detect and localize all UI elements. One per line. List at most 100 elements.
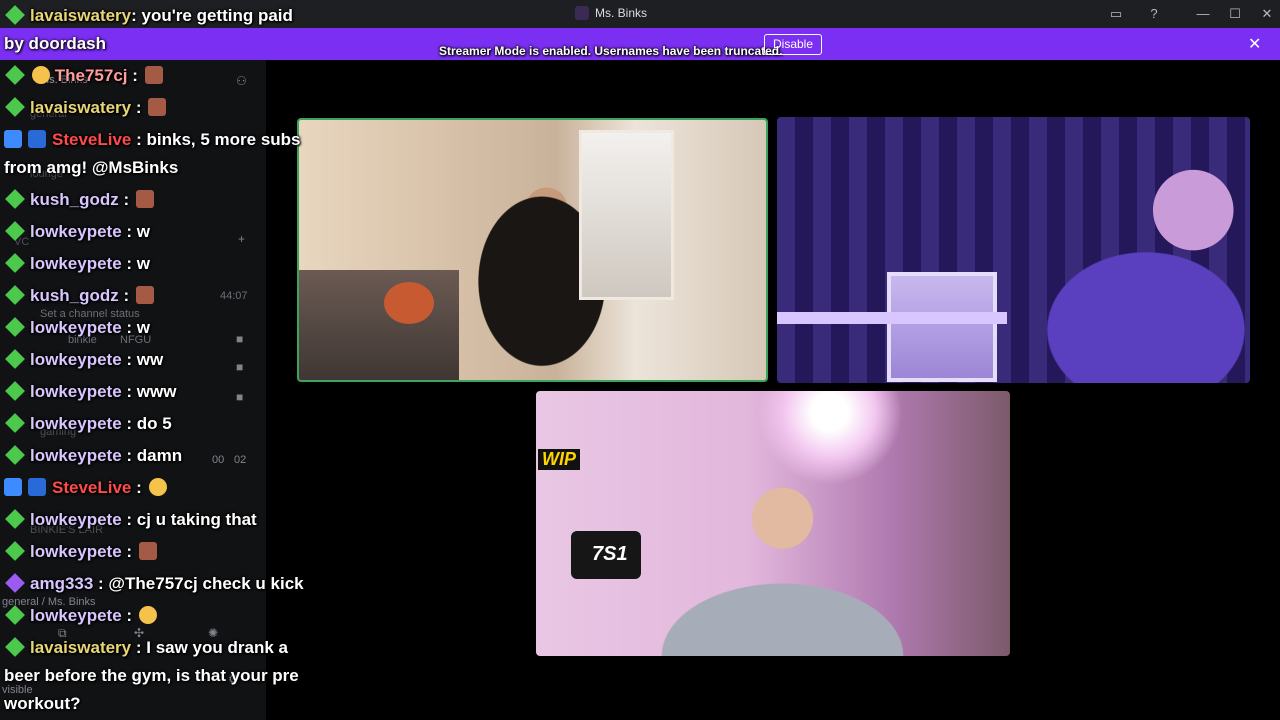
chat-username: lavaiswatery — [30, 6, 132, 25]
video-tile-guest-2[interactable]: WIP 7S1 — [536, 391, 1010, 656]
close-window-icon[interactable]: ✕ — [1256, 4, 1278, 24]
chat-text: : @The757cj check u kick — [93, 574, 304, 593]
chat-username: lavaiswatery — [30, 98, 132, 117]
badge-gem-icon — [5, 317, 25, 337]
chat-message: lavaiswatery : I saw you drank a — [4, 634, 288, 662]
badge-gem-icon — [5, 221, 25, 241]
chat-text: : w — [121, 254, 150, 273]
help-icon[interactable]: ? — [1143, 4, 1165, 24]
emote-icon — [144, 66, 163, 84]
chat-message: kush_godz : — [4, 186, 154, 214]
video-tile-streamer[interactable] — [297, 118, 768, 382]
badge-gem-icon — [5, 509, 25, 529]
badge-gem-icon — [5, 97, 25, 117]
chat-message: lowkeypete : w — [4, 250, 150, 278]
notice-message: Streamer Mode is enabled. Usernames have… — [439, 44, 783, 58]
chat-username: kush_godz — [30, 190, 119, 209]
badge-gem-icon — [5, 285, 25, 305]
badge-gem-icon — [5, 5, 25, 25]
emote-icon — [138, 542, 157, 560]
chat-text: : I saw you drank a — [131, 638, 288, 657]
badge-gem-icon — [5, 573, 25, 593]
chat-username: lowkeypete — [30, 510, 122, 529]
emote-icon — [138, 606, 157, 624]
app-icon — [575, 6, 589, 20]
emote-icon — [148, 478, 167, 496]
emote-icon — [135, 286, 154, 304]
badge-gem-icon — [5, 541, 25, 561]
chat-message: kush_godz : — [4, 282, 154, 310]
chat-text-continued: workout? — [4, 694, 81, 713]
window-title-text: Ms. Binks — [595, 6, 648, 20]
video-background-desk — [777, 312, 1007, 324]
chat-text: : — [131, 478, 147, 497]
badge-gem-icon — [5, 637, 25, 657]
chat-text: : — [131, 98, 147, 117]
chat-username: The757cj — [54, 66, 128, 85]
video-feed — [536, 391, 1010, 656]
chat-username: lowkeypete — [30, 606, 122, 625]
chat-username: SteveLive — [52, 130, 132, 149]
chat-text: : cj u taking that — [121, 510, 257, 529]
sub-badge-icon — [4, 130, 22, 148]
chat-username: amg333 — [30, 574, 94, 593]
chat-message: lowkeypete : w — [4, 314, 150, 342]
video-background-window — [579, 130, 674, 300]
chat-overlay: lavaiswatery: you're getting paid by doo… — [0, 0, 330, 720]
badge-gem-icon — [5, 445, 25, 465]
chat-text: : — [118, 190, 134, 209]
chat-text: : w — [121, 318, 150, 337]
video-background-shelf — [887, 272, 997, 382]
badge-gem-icon — [5, 605, 25, 625]
video-feed — [777, 117, 1250, 383]
chat-username: lavaiswatery — [30, 638, 132, 657]
chat-message: amg333 : @The757cj check u kick — [4, 570, 304, 598]
badge-gem-icon — [5, 413, 25, 433]
chat-message: lowkeypete : — [4, 602, 157, 630]
minimize-icon[interactable]: — — [1192, 4, 1214, 24]
badge-gem-icon — [5, 253, 25, 273]
chat-username: kush_godz — [30, 286, 119, 305]
chat-text-continued: from amg! @MsBinks — [4, 158, 179, 177]
chat-text: : — [127, 66, 143, 85]
chat-message: The757cj : — [4, 62, 163, 90]
chat-message: lowkeypete : ww — [4, 346, 163, 374]
chat-message: lowkeypete : damn — [4, 442, 182, 470]
wip-sign: WIP — [538, 449, 580, 470]
chat-message: lavaiswatery : — [4, 94, 167, 122]
inbox-icon[interactable]: ▭ — [1105, 4, 1127, 24]
chat-text: : you're getting paid — [131, 6, 293, 25]
chat-username: lowkeypete — [30, 318, 122, 337]
chat-text-continued: beer before the gym, is that your pre — [4, 666, 299, 685]
chat-text: : binks, 5 more subs — [131, 130, 301, 149]
emote-icon — [148, 98, 167, 116]
maximize-icon[interactable]: ☐ — [1224, 4, 1246, 24]
video-background-plush — [384, 282, 434, 324]
badge-icon — [32, 66, 50, 84]
chat-username: lowkeypete — [30, 542, 122, 561]
chat-message: lavaiswatery: you're getting paid — [4, 2, 293, 30]
chat-text-continued: by doordash — [4, 34, 107, 53]
chat-message: lowkeypete : w — [4, 218, 150, 246]
chat-text: : ww — [121, 350, 164, 369]
chat-message: lowkeypete : do 5 — [4, 410, 172, 438]
emote-icon — [135, 190, 154, 208]
chat-text: : damn — [121, 446, 183, 465]
chat-username: lowkeypete — [30, 222, 122, 241]
disable-streamer-mode-button[interactable]: Disable — [764, 34, 822, 55]
chat-username: lowkeypete — [30, 446, 122, 465]
chat-message: lowkeypete : cj u taking that — [4, 506, 257, 534]
chat-message: lowkeypete : www — [4, 378, 176, 406]
badge-gem-icon — [5, 349, 25, 369]
chat-text: : — [121, 606, 137, 625]
chat-username: lowkeypete — [30, 350, 122, 369]
close-notice-icon[interactable]: ✕ — [1248, 34, 1261, 54]
chat-message: SteveLive : — [4, 474, 167, 502]
chat-username: lowkeypete — [30, 414, 122, 433]
sub-badge-icon — [4, 478, 22, 496]
mod-badge-icon — [28, 478, 46, 496]
badge-gem-icon — [5, 189, 25, 209]
chat-text: : w — [121, 222, 150, 241]
mic-logo: 7S1 — [592, 543, 628, 565]
video-tile-guest-1[interactable] — [777, 117, 1250, 383]
